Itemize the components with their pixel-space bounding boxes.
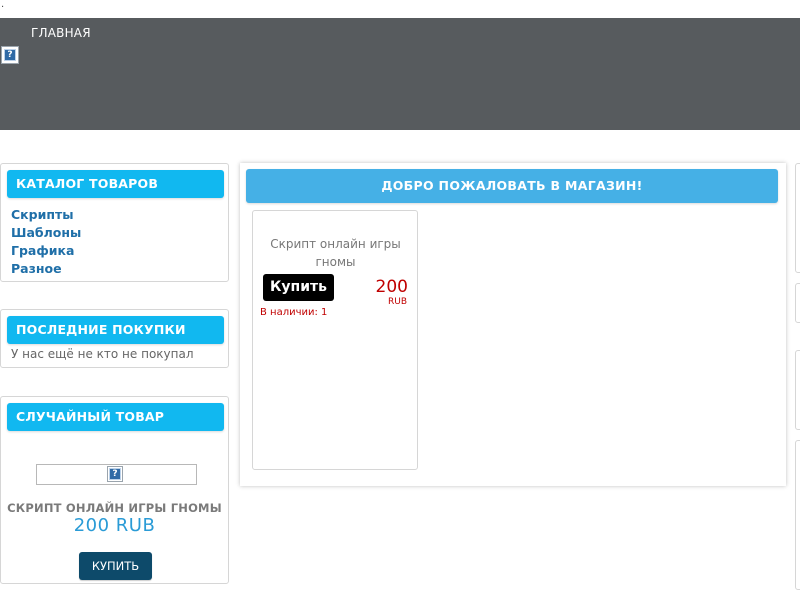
recent-purchases-empty-text: У нас ещё не кто не покупал — [11, 347, 194, 361]
right-edge-box — [795, 163, 800, 273]
broken-image-glyph: ? — [4, 49, 16, 61]
catalog-item-templates[interactable]: Шаблоны — [11, 224, 81, 242]
recent-purchases-title: ПОСЛЕДНИЕ ПОКУПКИ — [7, 316, 224, 344]
product-stock: В наличии: 1 — [260, 307, 328, 318]
nav-home-link[interactable]: ГЛАВНАЯ — [31, 26, 91, 40]
site-header: ГЛАВНАЯ ? — [0, 18, 800, 130]
random-product-title: СЛУЧАЙНЫЙ ТОВАР — [7, 403, 224, 431]
catalog-list: Скрипты Шаблоны Графика Разное — [11, 206, 81, 278]
recent-purchases-box: ПОСЛЕДНИЕ ПОКУПКИ У нас ещё не кто не по… — [0, 309, 229, 368]
catalog-item-misc[interactable]: Разное — [11, 260, 81, 278]
right-edge-box — [795, 350, 800, 430]
catalog-box: КАТАЛОГ ТОВАРОВ Скрипты Шаблоны Графика … — [0, 163, 229, 282]
random-product-box: СЛУЧАЙНЫЙ ТОВАР ? СКРИПТ ОНЛАЙН ИГРЫ ГНО… — [0, 396, 229, 584]
right-edge-box — [795, 283, 800, 323]
random-product-name[interactable]: СКРИПТ ОНЛАЙН ИГРЫ ГНОМЫ — [1, 501, 228, 515]
right-edge-box — [795, 440, 800, 590]
broken-image-icon: ? — [1, 46, 19, 64]
broken-image-glyph: ? — [109, 468, 121, 480]
welcome-banner: ДОБРО ПОЖАЛОВАТЬ В МАГАЗИН! — [246, 169, 778, 203]
main-panel: ДОБРО ПОЖАЛОВАТЬ В МАГАЗИН! Скрипт онлай… — [240, 163, 786, 486]
product-card: Скрипт онлайн игры гномы Купить 200 RUB … — [252, 210, 418, 470]
product-price: 200 — [375, 277, 408, 297]
random-product-image[interactable]: ? — [36, 464, 197, 485]
product-currency: RUB — [387, 297, 407, 307]
buy-button[interactable]: Купить — [263, 274, 334, 301]
catalog-title: КАТАЛОГ ТОВАРОВ — [7, 170, 224, 198]
random-product-price: 200 RUB — [73, 515, 156, 536]
broken-image-icon: ? — [107, 466, 123, 482]
catalog-item-scripts[interactable]: Скрипты — [11, 206, 81, 224]
catalog-item-graphics[interactable]: Графика — [11, 242, 81, 260]
random-product-buy-button[interactable]: КУПИТЬ — [79, 552, 152, 580]
top-marker: . — [1, 0, 5, 10]
product-name[interactable]: Скрипт онлайн игры гномы — [263, 235, 408, 271]
